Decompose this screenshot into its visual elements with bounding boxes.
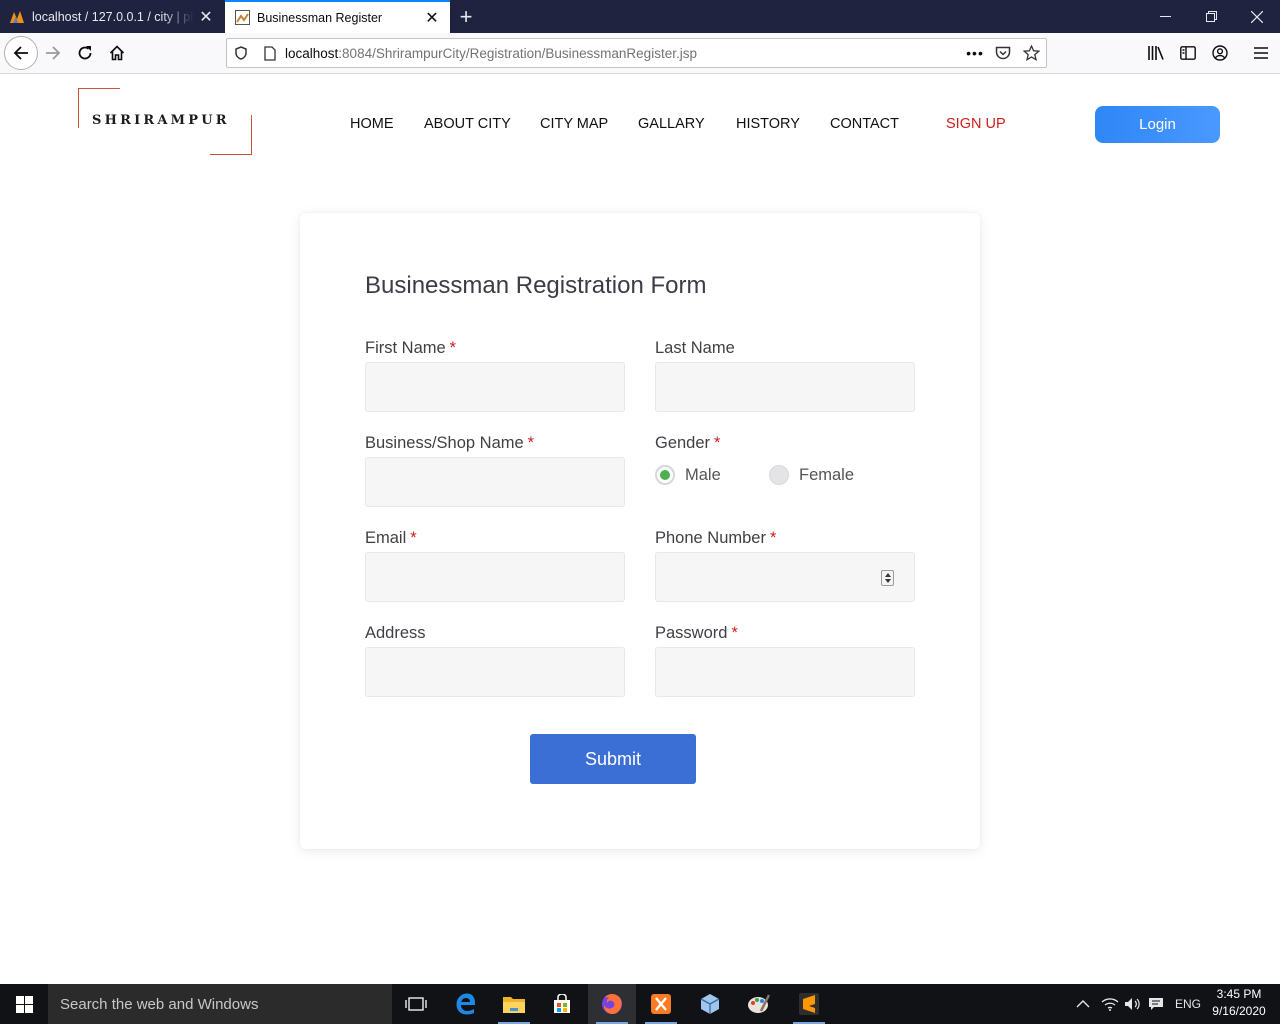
bookmark-star-icon[interactable] [1020, 45, 1042, 61]
registration-form-card: Businessman Registration Form First Name… [300, 213, 980, 849]
clock-time: 3:45 PM [1216, 987, 1262, 1001]
female-radio[interactable] [769, 465, 789, 485]
gender-label: Gender * [655, 434, 720, 453]
last-name-input[interactable] [655, 362, 915, 412]
windows-taskbar: Search the web and Windows ENG 3:45 PM 9… [0, 984, 1280, 1024]
nav-history[interactable]: HISTORY [736, 116, 800, 132]
login-button[interactable]: Login [1095, 106, 1220, 143]
nav-sign-up[interactable]: SIGN UP [946, 116, 1006, 132]
firefox-icon[interactable] [588, 984, 636, 1024]
required-mark: * [731, 624, 738, 642]
number-spinner-icon[interactable] [881, 570, 894, 586]
back-arrow-icon[interactable] [4, 36, 38, 70]
password-label: Password * [655, 624, 738, 643]
male-radio[interactable] [655, 465, 675, 485]
required-mark: * [410, 529, 417, 547]
wifi-icon[interactable] [1101, 984, 1119, 1024]
account-icon[interactable] [1204, 37, 1236, 69]
close-tab-icon[interactable]: ✕ [420, 6, 444, 30]
sidebar-icon[interactable] [1172, 37, 1204, 69]
minimize-icon[interactable] [1142, 0, 1188, 33]
nav-contact[interactable]: CONTACT [830, 116, 899, 132]
virtualbox-icon[interactable] [686, 984, 734, 1024]
url-host: localhost [285, 45, 339, 61]
required-mark: * [527, 434, 535, 452]
reload-icon[interactable] [69, 37, 101, 69]
home-icon[interactable] [101, 37, 133, 69]
required-mark: * [714, 434, 721, 452]
browser-tab-strip: localhost / 127.0.0.1 / city | phpMyAdmi… [0, 0, 1280, 33]
required-mark: * [769, 529, 777, 547]
browser-navbar: localhost:8084/ShrirampurCity/Registrati… [0, 33, 1280, 74]
page-info-icon[interactable] [255, 45, 285, 61]
phone-number-label: Phone Number * [655, 529, 776, 548]
restore-icon[interactable] [1188, 0, 1234, 33]
nav-city-map[interactable]: CITY MAP [540, 116, 608, 132]
male-label: Male [685, 465, 721, 484]
email-input[interactable] [365, 552, 625, 602]
gender-female-option[interactable]: Female [769, 465, 854, 485]
form-title: Businessman Registration Form [365, 272, 707, 299]
submit-button[interactable]: Submit [530, 734, 696, 784]
phpmyadmin-favicon-icon [9, 9, 25, 25]
nav-gallery[interactable]: GALLARY [638, 116, 705, 132]
nav-home[interactable]: HOME [350, 116, 394, 132]
new-tab-icon[interactable]: + [452, 0, 480, 33]
gender-male-option[interactable]: Male [655, 465, 721, 485]
password-input[interactable] [655, 647, 915, 697]
url-path: :8084/ShrirampurCity/Registration/Busine… [338, 45, 697, 61]
file-explorer-icon[interactable] [490, 984, 538, 1024]
store-icon[interactable] [538, 984, 586, 1024]
address-input[interactable] [365, 647, 625, 697]
required-mark: * [449, 339, 457, 357]
business-name-input[interactable] [365, 457, 625, 507]
business-name-label: Business/Shop Name * [365, 434, 534, 453]
pocket-icon[interactable] [992, 46, 1014, 61]
action-center-icon[interactable] [1148, 984, 1164, 1024]
phone-number-label-text: Phone Number [655, 529, 766, 547]
gender-label-text: Gender [655, 434, 711, 452]
spinner-down-icon[interactable] [884, 579, 891, 583]
tab-title: Businessman Register [257, 10, 383, 25]
email-label-text: Email [365, 529, 407, 547]
taskbar-clock[interactable]: 3:45 PM 9/16/2020 [1204, 986, 1274, 1020]
more-actions-icon[interactable]: ••• [964, 45, 986, 61]
site-logo[interactable]: SHRIRAMPUR [78, 88, 252, 155]
tab-phpmyadmin[interactable]: localhost / 127.0.0.1 / city | phpMyAdmi… [0, 0, 224, 33]
close-window-icon[interactable] [1234, 0, 1280, 33]
first-name-label-text: First Name [365, 339, 446, 357]
url-bar[interactable]: localhost:8084/ShrirampurCity/Registrati… [226, 38, 1047, 68]
phone-number-input[interactable] [655, 552, 915, 602]
spinner-up-icon[interactable] [884, 573, 891, 577]
windows-start-icon[interactable] [0, 984, 48, 1024]
volume-icon[interactable] [1124, 984, 1142, 1024]
female-label: Female [799, 465, 855, 484]
xampp-icon[interactable] [637, 984, 685, 1024]
task-view-icon[interactable] [392, 984, 440, 1024]
page-favicon-icon [234, 10, 250, 26]
library-icon[interactable] [1140, 37, 1172, 69]
tab-title: localhost / 127.0.0.1 / city | phpMyAdmi… [32, 9, 194, 24]
forward-arrow-icon[interactable] [37, 37, 69, 69]
close-tab-icon[interactable]: ✕ [194, 5, 218, 29]
first-name-label: First Name * [365, 339, 456, 358]
password-label-text: Password [655, 624, 728, 642]
hamburger-menu-icon[interactable] [1245, 37, 1277, 69]
sublime-text-icon[interactable] [785, 984, 833, 1024]
show-hidden-icons-icon[interactable] [1076, 984, 1090, 1024]
tracking-shield-icon[interactable] [227, 46, 255, 60]
first-name-input[interactable] [365, 362, 625, 412]
taskbar-search-box[interactable]: Search the web and Windows [48, 984, 392, 1024]
address-label: Address [365, 624, 426, 642]
language-indicator[interactable]: ENG [1175, 984, 1201, 1024]
clock-date: 9/16/2020 [1212, 1004, 1266, 1018]
tab-businessman-register[interactable]: Businessman Register ✕ [225, 0, 450, 33]
paint-icon[interactable] [735, 984, 783, 1024]
nav-about-city[interactable]: ABOUT CITY [424, 116, 511, 132]
edge-browser-icon[interactable] [442, 984, 490, 1024]
email-label: Email * [365, 529, 417, 548]
last-name-label: Last Name [655, 339, 735, 357]
business-name-label-text: Business/Shop Name [365, 434, 524, 452]
logo-text: SHRIRAMPUR [92, 113, 230, 128]
